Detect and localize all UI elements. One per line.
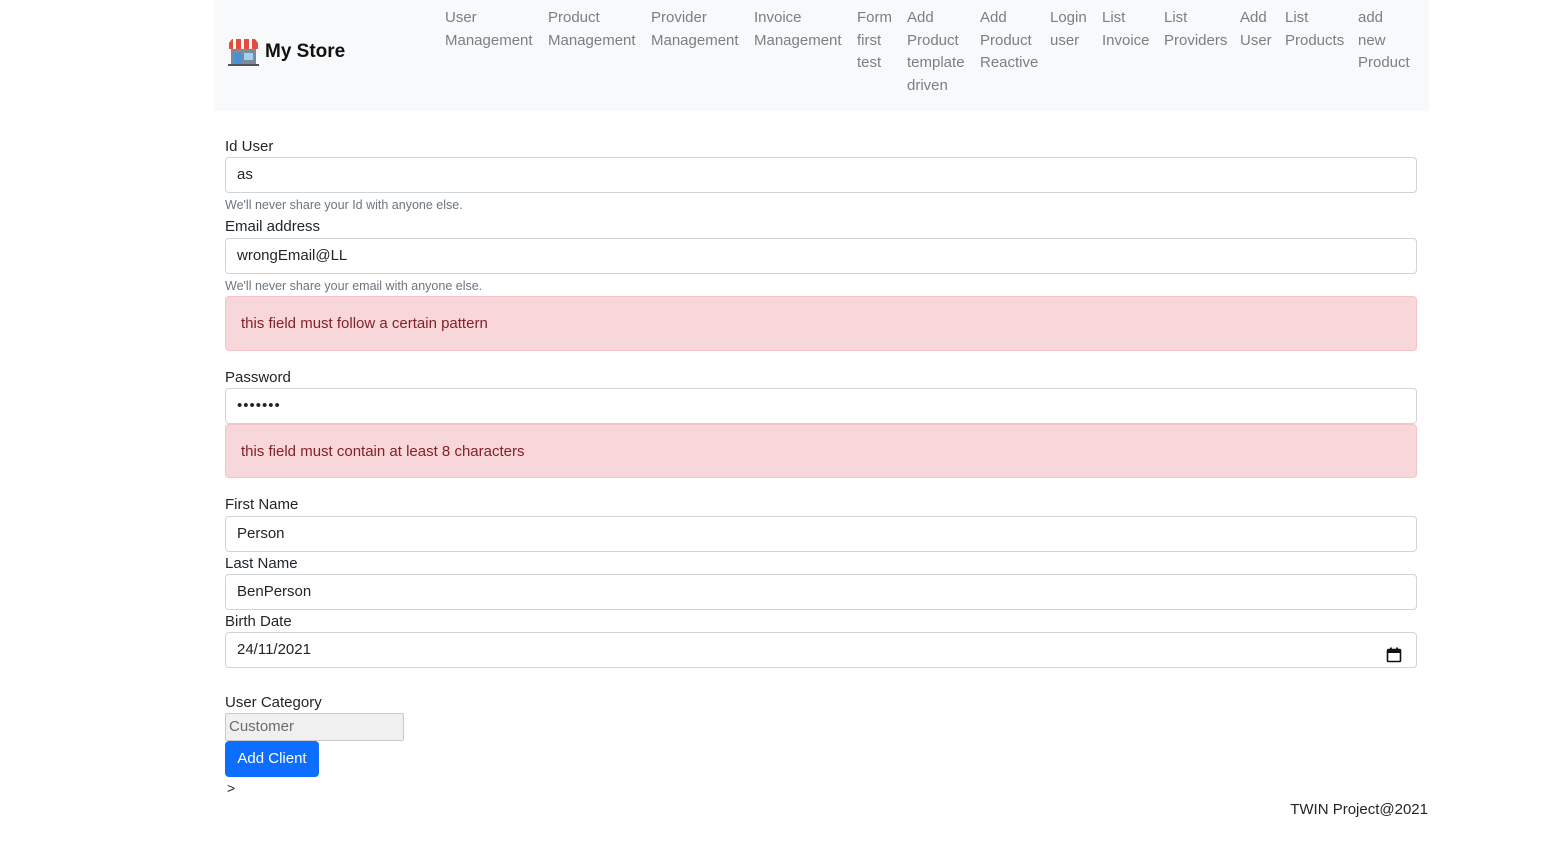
nav-link-line: template xyxy=(907,54,965,71)
trailing-text: > xyxy=(227,780,236,796)
nav-link-user-management[interactable]: User Management xyxy=(445,7,533,52)
nav-link-line: Login xyxy=(1050,9,1087,26)
nav-link-line: Provider xyxy=(651,9,707,26)
id-user-input[interactable]: as xyxy=(225,157,1417,193)
brand-link[interactable]: My Store xyxy=(228,36,345,68)
nav-link-line: Management xyxy=(445,31,533,49)
email-label: Email address xyxy=(225,218,321,235)
birth-date-input[interactable]: 24/11/2021 xyxy=(225,632,1417,668)
nav-link-line: Management xyxy=(651,31,739,49)
nav-link-line: add xyxy=(1358,9,1384,26)
nav-link-line: User xyxy=(1240,31,1272,49)
nav-link-line: user xyxy=(1050,31,1080,49)
nav-link-line: Add xyxy=(1240,9,1267,26)
nav-link-add-user[interactable]: Add User xyxy=(1240,7,1272,52)
calendar-icon[interactable] xyxy=(1386,642,1402,663)
user-category-select[interactable]: Customer xyxy=(225,713,404,741)
email-help: We'll never share your email with anyone… xyxy=(225,279,483,293)
nav-link-login-user[interactable]: Login user xyxy=(1050,7,1087,52)
last-name-input[interactable]: BenPerson xyxy=(225,574,1417,610)
nav-link-line: first xyxy=(857,31,882,49)
nav-link-line: Management xyxy=(754,31,842,49)
nav-link-line: Invoice xyxy=(1102,31,1150,49)
email-input[interactable]: wrongEmail@LL xyxy=(225,238,1417,274)
password-error-text: this field must contain at least 8 chara… xyxy=(241,442,525,460)
password-label: Password xyxy=(225,369,291,386)
navbar: My Store User Management Product Management… xyxy=(214,0,1429,111)
birth-date-value: 24/11/2021 xyxy=(237,641,311,658)
nav-link-add-product-reactive[interactable]: Add Product Reactive xyxy=(980,7,1038,75)
nav-link-add-product-template-driven[interactable]: Add Product template driven xyxy=(907,7,965,97)
nav-link-add-new-product[interactable]: add new Product xyxy=(1358,7,1410,75)
nav-link-line: Add xyxy=(907,9,934,26)
nav-link-line: List xyxy=(1102,9,1126,26)
nav-link-line: Providers xyxy=(1164,31,1228,49)
id-user-label: Id User xyxy=(225,138,274,155)
nav-link-line: Reactive xyxy=(980,54,1039,71)
nav-link-invoice-management[interactable]: Invoice Management xyxy=(754,7,842,52)
last-name-label: Last Name xyxy=(225,555,298,572)
store-icon xyxy=(228,38,259,66)
password-input[interactable]: ••••••• xyxy=(225,388,1417,424)
nav-link-list-products[interactable]: List Products xyxy=(1285,7,1344,52)
nav-link-line: Add xyxy=(980,9,1007,26)
nav-link-list-providers[interactable]: List Providers xyxy=(1164,7,1227,52)
nav-link-line: Product xyxy=(907,31,959,49)
nav-link-list-invoice[interactable]: List Invoice xyxy=(1102,7,1150,52)
nav-link-line: Form xyxy=(857,9,892,26)
email-error-alert: this field must follow a certain pattern xyxy=(225,296,1417,351)
nav-link-line: User xyxy=(445,9,477,26)
nav-link-line: List xyxy=(1285,9,1309,26)
footer-text: TWIN Project@2021 xyxy=(1290,801,1428,818)
nav-link-line: Product xyxy=(980,31,1032,49)
brand-title: My Store xyxy=(265,41,346,62)
nav-link-line: List xyxy=(1164,9,1188,26)
user-category-label: User Category xyxy=(225,694,322,711)
nav-link-line: driven xyxy=(907,76,948,94)
nav-link-line: Invoice xyxy=(754,9,802,26)
nav-link-line: new xyxy=(1358,31,1386,49)
nav-link-line: Product xyxy=(548,9,600,26)
first-name-label: First Name xyxy=(225,496,299,513)
nav-link-line: Management xyxy=(548,31,636,49)
email-error-text: this field must follow a certain pattern xyxy=(241,315,488,332)
id-user-help: We'll never share your Id with anyone el… xyxy=(225,198,463,212)
first-name-input[interactable]: Person xyxy=(225,516,1417,552)
add-client-button[interactable]: Add Client xyxy=(225,741,319,777)
birth-date-label: Birth Date xyxy=(225,613,292,630)
nav-link-line: Product xyxy=(1358,54,1410,71)
nav-link-product-management[interactable]: Product Management xyxy=(548,7,636,52)
nav-link-line: Products xyxy=(1285,31,1345,49)
nav-link-line: test xyxy=(857,54,882,71)
password-error-alert: this field must contain at least 8 chara… xyxy=(225,424,1417,478)
nav-link-provider-management[interactable]: Provider Management xyxy=(651,7,739,52)
nav-link-form-first-test[interactable]: Form first test xyxy=(857,7,892,75)
